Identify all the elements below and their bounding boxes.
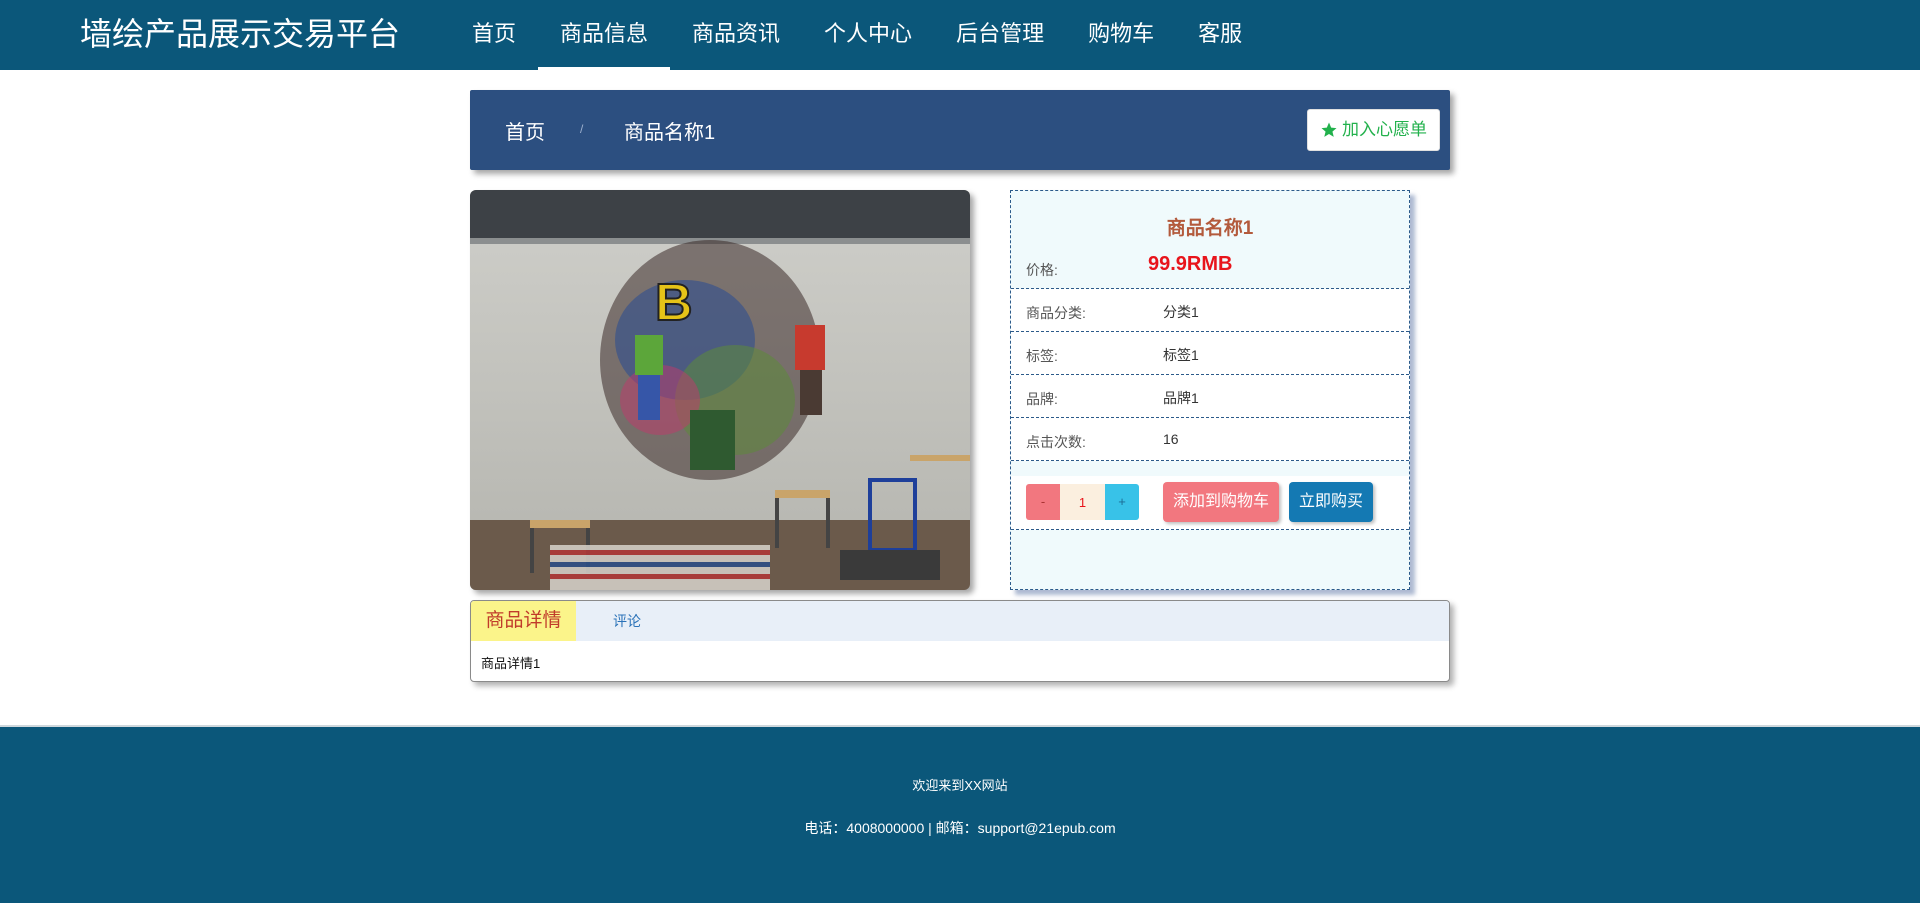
breadcrumb-home-link[interactable]: 首页 [505,116,545,145]
tag-value: 标签1 [1163,347,1199,363]
add-to-wishlist-button[interactable]: 加入心愿单 [1307,109,1440,151]
price-label: 价格: [1026,262,1058,278]
add-to-cart-button[interactable]: 添加到购物车 [1163,482,1279,522]
quantity-increase-button[interactable]: + [1105,484,1139,520]
clicks-row: 点击次数: 16 [1011,418,1409,461]
star-icon [1321,122,1337,137]
footer-welcome: 欢迎来到XX网站 [912,778,1008,793]
tag-row: 标签: 标签1 [1011,332,1409,375]
category-label: 商品分类: [1026,305,1086,321]
clicks-label: 点击次数: [1026,434,1086,450]
nav-product-info[interactable]: 商品信息 [538,0,671,70]
brand-row: 品牌: 品牌1 [1011,375,1409,418]
brand-value: 品牌1 [1163,390,1199,406]
product-tabs: 商品详情 评论 商品详情1 [470,600,1450,682]
buy-now-button[interactable]: 立即购买 [1289,482,1373,522]
product-image: B [470,190,970,590]
tab-product-detail[interactable]: 商品详情 [471,601,576,641]
breadcrumb-current: 商品名称1 [624,122,716,144]
purchase-actions: - + 添加到购物车 立即购买 [1011,476,1409,530]
site-brand[interactable]: 墙绘产品展示交易平台 [80,14,400,54]
breadcrumb-separator: / [580,122,584,136]
tag-label: 标签: [1026,348,1058,364]
quantity-decrease-button[interactable]: - [1026,484,1060,520]
nav-customer-service[interactable]: 客服 [1176,0,1264,70]
nav-product-news[interactable]: 商品资讯 [670,0,802,70]
category-row: 商品分类: 分类1 [1011,289,1409,332]
clicks-value: 16 [1163,431,1179,447]
nav-cart[interactable]: 购物车 [1066,0,1176,70]
wishlist-label: 加入心愿单 [1342,120,1427,139]
tab-content: 商品详情1 [481,656,541,671]
product-title: 商品名称1 [1166,218,1254,239]
tab-header: 商品详情 评论 [471,601,1449,641]
footer-contact: 电话：4008000000 | 邮箱：support@21epub.com [804,820,1116,836]
site-footer: 欢迎来到XX网站 电话：4008000000 | 邮箱：support@21ep… [0,725,1920,903]
tab-comments[interactable]: 评论 [613,601,641,641]
quantity-input[interactable] [1060,484,1105,520]
top-navbar: 墙绘产品展示交易平台 首页 商品信息 商品资讯 个人中心 后台管理 购物车 客服 [0,0,1920,70]
main-nav: 首页 商品信息 商品资讯 个人中心 后台管理 购物车 客服 [450,0,1264,70]
mural-illustration: B [470,190,970,590]
price-row: 价格: 99.9RMB [1011,246,1409,289]
product-info-panel: 商品名称1 价格: 99.9RMB 商品分类: 分类1 标签: 标签1 品牌: … [1010,190,1410,590]
nav-admin[interactable]: 后台管理 [934,0,1066,70]
breadcrumb: 首页 / 商品名称1 加入心愿单 [470,90,1450,170]
category-value: 分类1 [1163,304,1199,320]
brand-label: 品牌: [1026,391,1058,407]
nav-personal-center[interactable]: 个人中心 [802,0,934,70]
price-value: 99.9RMB [1148,253,1233,275]
svg-text:B: B [655,274,693,332]
nav-home[interactable]: 首页 [450,0,538,70]
